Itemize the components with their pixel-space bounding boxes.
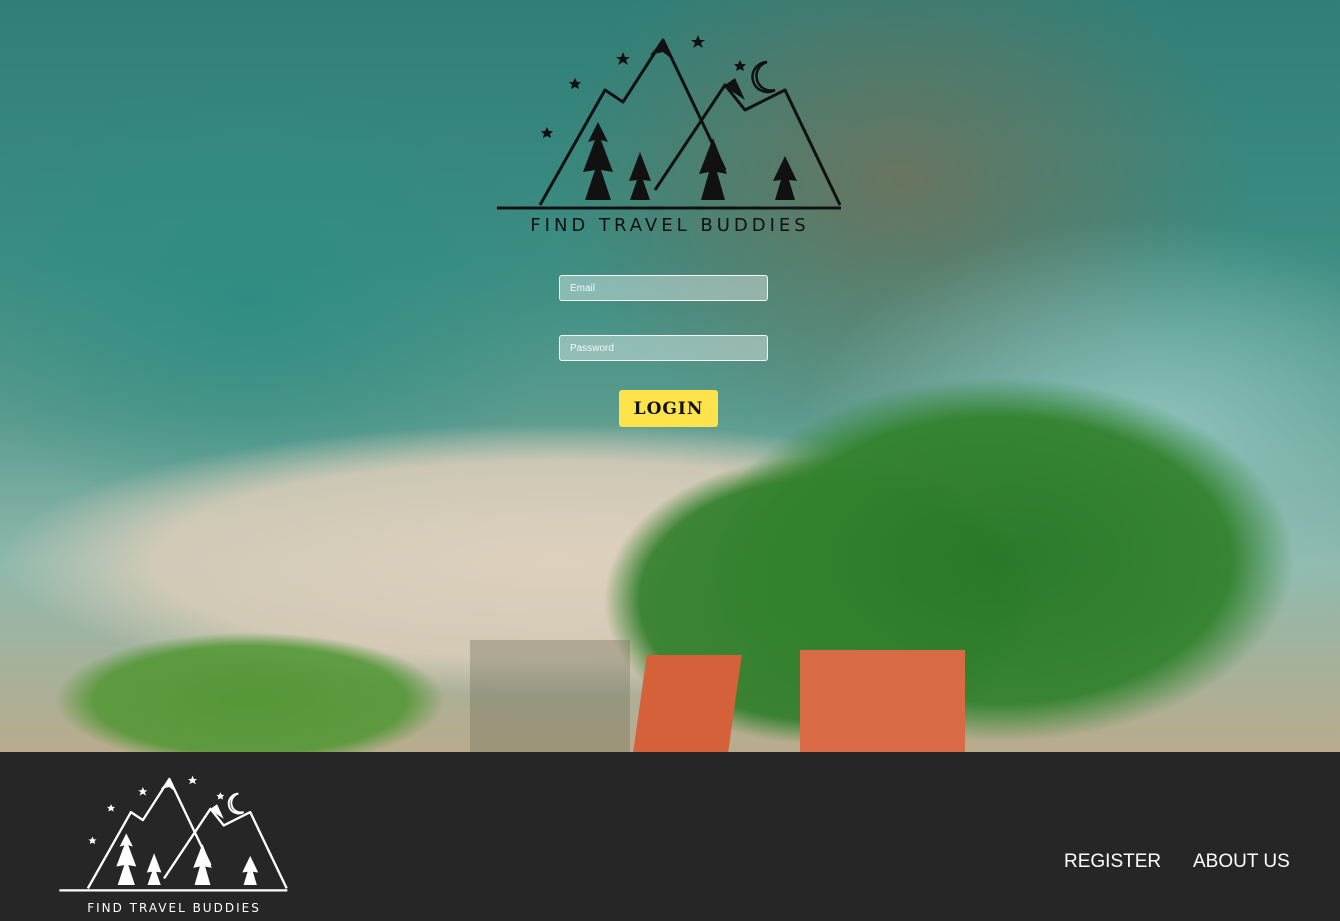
- mountain-logo-icon: [59, 775, 288, 892]
- footer-brand-name: FIND TRAVEL BUDDIES: [87, 901, 261, 915]
- nav-register-link[interactable]: REGISTER: [1064, 851, 1161, 873]
- mountain-logo-icon: [497, 35, 842, 210]
- path-area: [470, 640, 630, 752]
- brand-name: FIND TRAVEL BUDDIES: [530, 215, 810, 236]
- house-roof: [633, 655, 742, 752]
- hero-background-image: FIND TRAVEL BUDDIES LOGIN: [0, 0, 1340, 752]
- footer: FIND TRAVEL BUDDIES REGISTER ABOUT US: [0, 752, 1340, 921]
- nav-about-us-link[interactable]: ABOUT US: [1193, 851, 1290, 873]
- password-input[interactable]: [559, 335, 768, 361]
- footer-logo[interactable]: FIND TRAVEL BUDDIES: [58, 772, 290, 918]
- email-input[interactable]: [559, 275, 768, 301]
- house-roof: [800, 650, 965, 752]
- login-button[interactable]: LOGIN: [619, 390, 718, 427]
- brand-logo: FIND TRAVEL BUDDIES: [495, 30, 845, 245]
